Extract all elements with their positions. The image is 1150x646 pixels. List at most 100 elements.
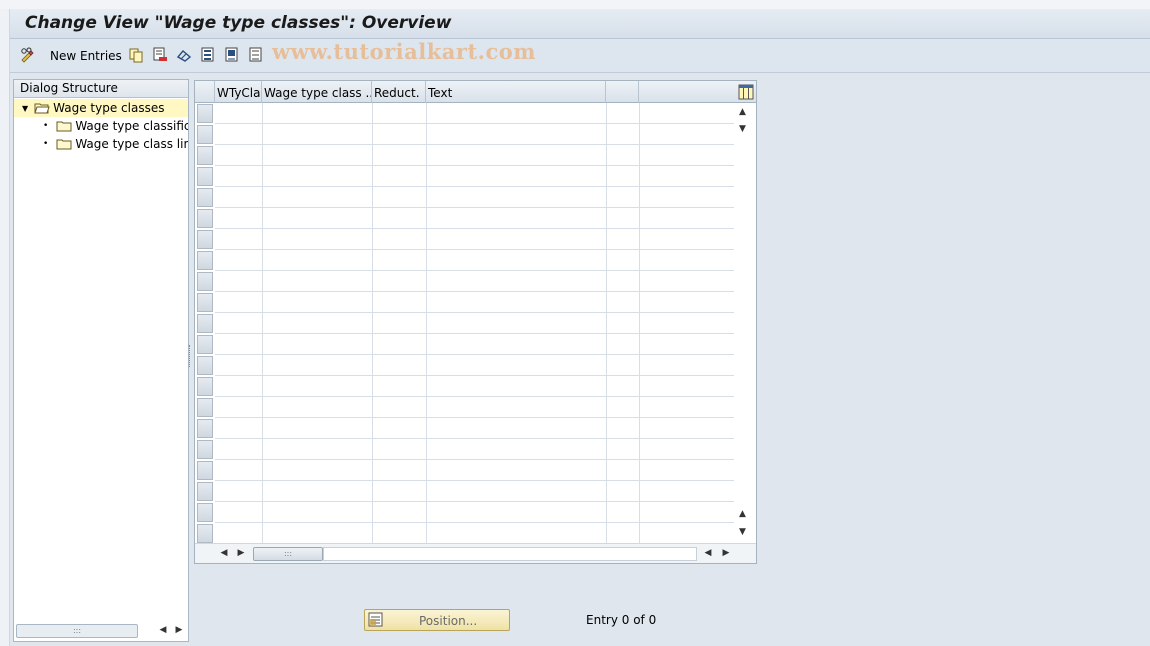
table-row-line xyxy=(215,417,734,418)
row-selector[interactable] xyxy=(197,356,213,375)
row-selector[interactable] xyxy=(197,419,213,438)
column-header-empty-2[interactable] xyxy=(639,81,736,103)
row-selector[interactable] xyxy=(197,272,213,291)
page-up-icon[interactable]: ▲ xyxy=(739,509,746,519)
bullet-icon: • xyxy=(43,139,49,149)
table-row-line xyxy=(215,207,734,208)
column-header-empty-1[interactable] xyxy=(606,81,639,103)
select-all-icon[interactable] xyxy=(200,47,216,63)
tree-horizontal-scroll-thumb[interactable]: ::: xyxy=(16,624,138,638)
folder-icon xyxy=(56,120,72,132)
row-selector[interactable] xyxy=(197,440,213,459)
table-row-line xyxy=(215,186,734,187)
row-selector[interactable] xyxy=(197,209,213,228)
deselect-all-icon[interactable] xyxy=(248,47,264,63)
scroll-up-icon[interactable]: ▲ xyxy=(739,107,746,117)
row-selector[interactable] xyxy=(197,335,213,354)
watermark: www.tutorialkart.com xyxy=(272,39,536,64)
row-selector[interactable] xyxy=(197,146,213,165)
column-header-wage-type-class[interactable]: Wage type class ... xyxy=(262,81,372,103)
tree-node-label: Wage type classificat xyxy=(75,119,188,133)
row-selector[interactable] xyxy=(197,314,213,333)
row-selector[interactable] xyxy=(197,251,213,270)
scroll-left-icon[interactable]: ◀ xyxy=(156,625,170,635)
tree-node-wage-type-class-limit[interactable]: • Wage type class limit xyxy=(14,135,188,153)
table-row-line xyxy=(215,396,734,397)
table-row-line xyxy=(215,438,734,439)
table-row-line xyxy=(215,522,734,523)
table-column-line xyxy=(606,103,607,543)
vertical-scrollbar[interactable]: ▲ ▼ ▲ ▼ xyxy=(736,103,754,543)
scroll-down-icon[interactable]: ▼ xyxy=(739,124,746,134)
title-bar: Change View "Wage type classes": Overvie… xyxy=(10,9,1150,39)
row-selector[interactable] xyxy=(197,167,213,186)
scroll-left-end-icon[interactable]: ◀ xyxy=(701,548,715,558)
scroll-right-icon[interactable]: ▶ xyxy=(234,548,248,558)
glasses-pencil-icon[interactable] xyxy=(20,47,36,63)
position-button-label: Position... xyxy=(419,614,478,628)
entry-count-status: Entry 0 of 0 xyxy=(586,613,657,627)
horizontal-scroll-thumb[interactable]: ::: xyxy=(253,547,323,561)
table-row-line xyxy=(215,333,734,334)
row-selector[interactable] xyxy=(197,377,213,396)
table-column-line xyxy=(372,103,373,543)
table-row-line xyxy=(215,228,734,229)
left-edge xyxy=(0,9,10,646)
row-selector[interactable] xyxy=(197,398,213,417)
dialog-structure-panel: Dialog Structure ▼ Wage type classes • W… xyxy=(13,79,189,642)
undo-icon[interactable] xyxy=(176,47,192,63)
table-row-line xyxy=(215,375,734,376)
table-header: WTyCla Wage type class ... Reduct. Text xyxy=(195,81,756,103)
select-all-rows-cell[interactable] xyxy=(195,81,215,103)
table-column-line xyxy=(262,103,263,543)
open-folder-icon xyxy=(34,102,50,114)
row-selector[interactable] xyxy=(197,482,213,501)
row-selector[interactable] xyxy=(197,293,213,312)
table-column-line xyxy=(426,103,427,543)
application-toolbar: New Entries www.tutorialkart.com xyxy=(10,39,1150,73)
row-selector[interactable] xyxy=(197,503,213,522)
delete-icon[interactable] xyxy=(152,47,168,63)
column-settings-icon[interactable] xyxy=(738,84,754,100)
tree-node-wage-type-classification[interactable]: • Wage type classificat xyxy=(14,117,188,135)
table-row-line xyxy=(215,165,734,166)
tree-node-wage-type-classes[interactable]: ▼ Wage type classes xyxy=(14,99,188,117)
table-row-line xyxy=(215,123,734,124)
table-row-line xyxy=(215,501,734,502)
row-selector[interactable] xyxy=(197,104,213,123)
scroll-right-icon[interactable]: ▶ xyxy=(172,625,186,635)
tree-node-label: Wage type classes xyxy=(53,101,165,115)
new-entries-button[interactable]: New Entries xyxy=(50,49,122,63)
horizontal-scrollbar[interactable]: ◀ ▶ ::: ◀ ▶ xyxy=(195,543,756,563)
table-row-line xyxy=(215,144,734,145)
scroll-right-end-icon[interactable]: ▶ xyxy=(719,548,733,558)
column-header-text[interactable]: Text xyxy=(426,81,606,103)
table-row-line xyxy=(215,459,734,460)
table-control: WTyCla Wage type class ... Reduct. Text … xyxy=(194,80,757,564)
dialog-structure-header: Dialog Structure xyxy=(14,80,188,98)
row-selector[interactable] xyxy=(197,461,213,480)
row-selector[interactable] xyxy=(197,524,213,543)
row-selector[interactable] xyxy=(197,188,213,207)
table-row-line xyxy=(215,354,734,355)
position-button[interactable]: Position... xyxy=(364,609,510,631)
column-header-wtycla[interactable]: WTyCla xyxy=(215,81,262,103)
select-block-icon[interactable] xyxy=(224,47,240,63)
page-down-icon[interactable]: ▼ xyxy=(739,527,746,537)
row-selector[interactable] xyxy=(197,230,213,249)
copy-icon[interactable] xyxy=(128,47,144,63)
position-icon xyxy=(368,612,384,631)
tree-node-label: Wage type class limit xyxy=(75,137,188,151)
column-header-reduct[interactable]: Reduct. xyxy=(372,81,426,103)
row-selector[interactable] xyxy=(197,125,213,144)
expand-triangle-icon[interactable]: ▼ xyxy=(22,104,28,113)
panel-splitter[interactable] xyxy=(189,345,192,367)
page-title: Change View "Wage type classes": Overvie… xyxy=(25,13,452,33)
folder-icon xyxy=(56,138,72,150)
table-row-line xyxy=(215,270,734,271)
horizontal-scroll-track[interactable] xyxy=(323,547,697,561)
top-strip xyxy=(0,0,1150,9)
table-row-line xyxy=(215,249,734,250)
scroll-left-icon[interactable]: ◀ xyxy=(217,548,231,558)
table-row-line xyxy=(215,312,734,313)
